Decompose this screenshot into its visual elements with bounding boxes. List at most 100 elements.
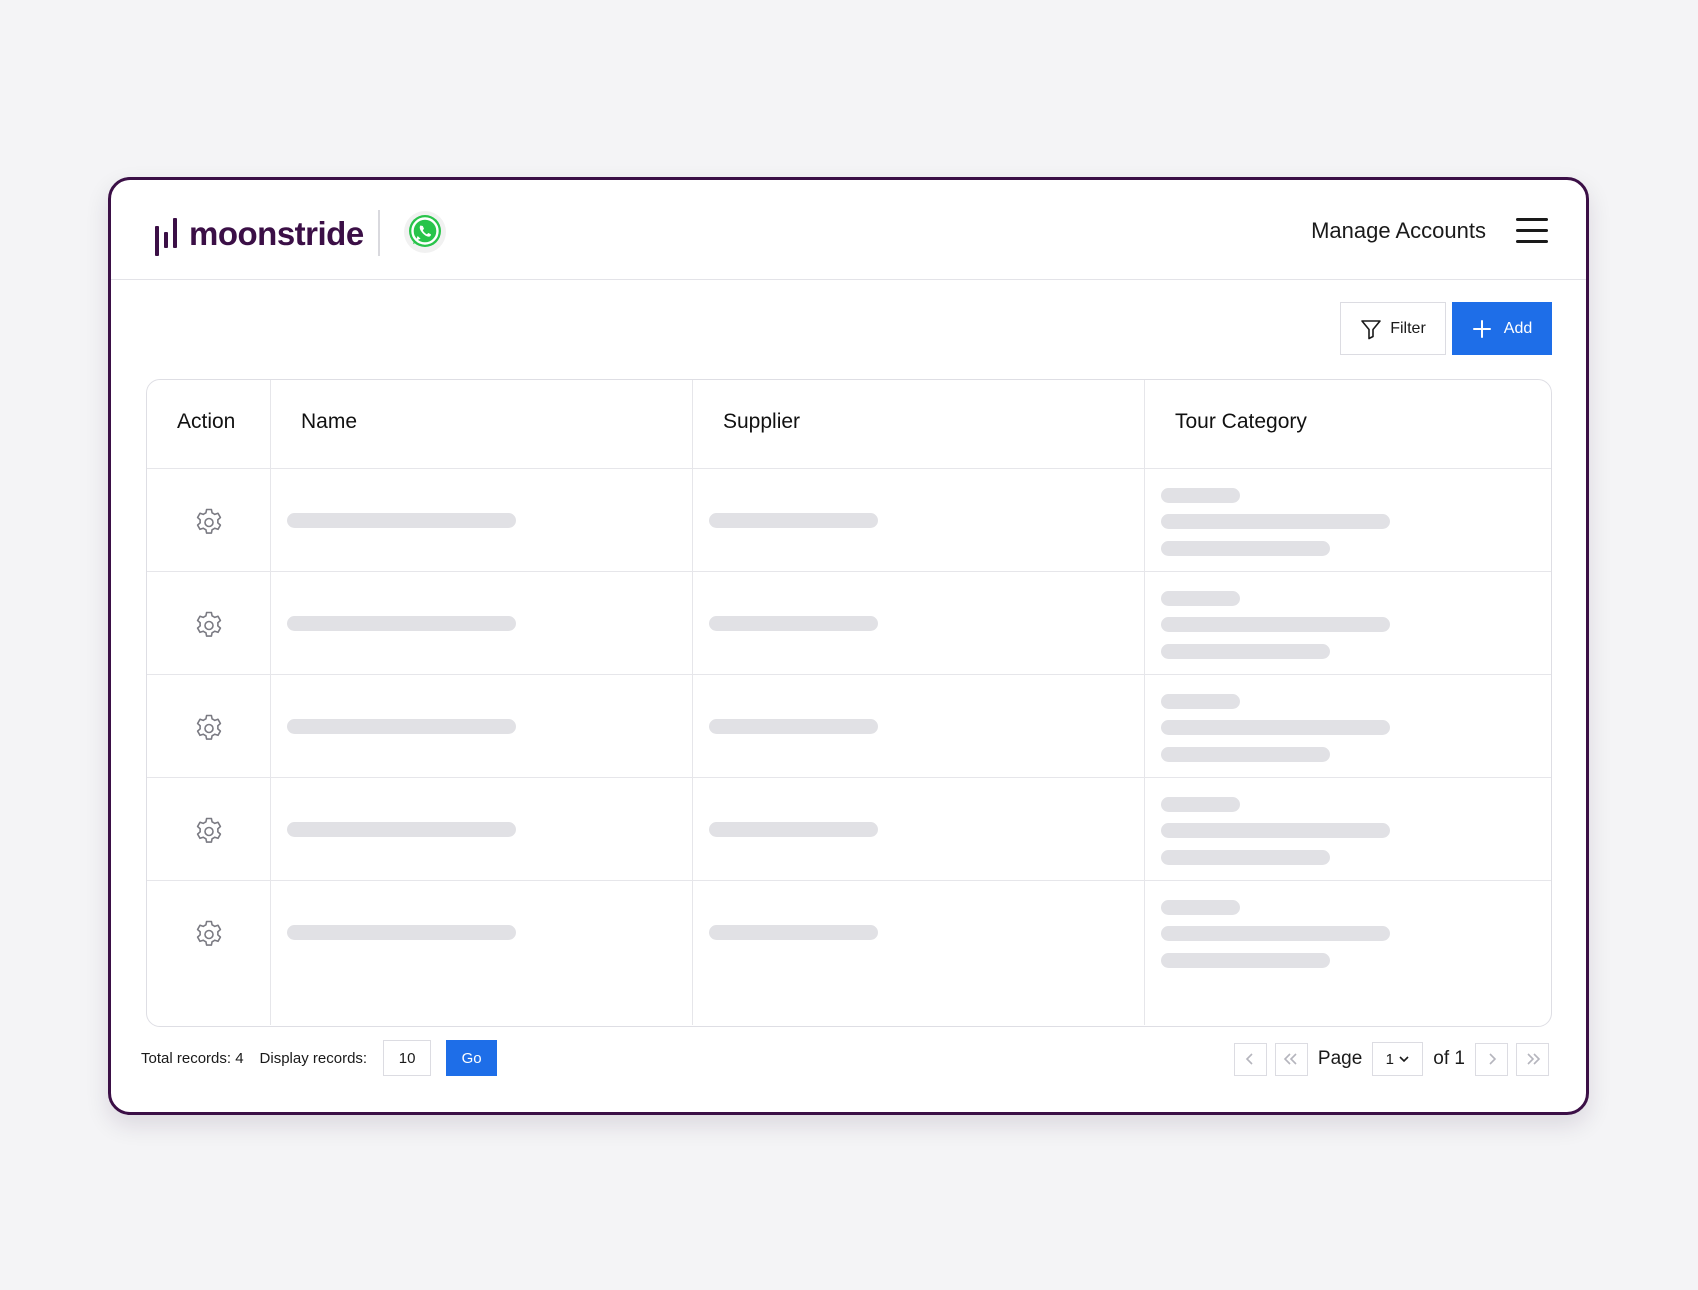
filter-button[interactable]: Filter [1340, 302, 1446, 355]
hamburger-menu-icon[interactable] [1516, 218, 1548, 246]
plus-icon [1472, 319, 1491, 338]
gear-icon[interactable] [193, 919, 225, 951]
tour-category-cell [1145, 881, 1551, 1025]
gear-icon[interactable] [193, 816, 225, 848]
tour-category-skeleton [1161, 617, 1390, 632]
go-button[interactable]: Go [446, 1040, 498, 1076]
supplier-skeleton [709, 822, 878, 837]
name-cell [271, 675, 693, 777]
brand-name: moonstride [189, 215, 364, 252]
current-page-value: 1 [1385, 1050, 1394, 1068]
chevron-right-icon [1488, 1053, 1496, 1065]
last-page-button[interactable] [1516, 1042, 1549, 1076]
column-header-supplier[interactable]: Supplier [693, 380, 1145, 468]
page-background: moonstride Manage Accounts Filter Add Ac… [0, 0, 1698, 1290]
action-cell [147, 469, 271, 571]
next-page-button[interactable] [1475, 1042, 1508, 1076]
gear-icon[interactable] [193, 610, 225, 642]
tour-category-skeleton [1161, 541, 1330, 556]
column-header-label: Action [177, 410, 236, 433]
column-header-tour-category[interactable]: Tour Category [1145, 380, 1551, 468]
tour-category-skeleton [1161, 850, 1330, 865]
name-cell [271, 881, 693, 1025]
chevron-down-icon [1399, 1056, 1409, 1063]
tour-category-skeleton [1161, 926, 1390, 941]
moonstride-logo-icon [155, 218, 177, 256]
app-window: moonstride Manage Accounts Filter Add Ac… [108, 177, 1589, 1115]
tour-category-skeleton [1161, 900, 1240, 915]
action-cell [147, 778, 271, 880]
tour-category-skeleton [1161, 694, 1240, 709]
tour-category-skeleton [1161, 953, 1330, 968]
page-label: Page [1317, 1048, 1363, 1069]
name-cell [271, 469, 693, 571]
supplier-cell [693, 572, 1145, 674]
menu-bar [1516, 240, 1548, 243]
tour-category-skeleton [1161, 823, 1390, 838]
table-row[interactable] [147, 778, 1551, 881]
tour-category-skeleton [1161, 488, 1240, 503]
name-skeleton [287, 513, 516, 528]
table-header-row: Action Name Supplier Tour Category [147, 380, 1551, 469]
page-total-label: of 1 [1433, 1048, 1465, 1069]
tour-category-skeleton [1161, 591, 1240, 606]
tour-category-cell [1145, 469, 1551, 571]
prev-page-button[interactable] [1233, 1042, 1267, 1076]
double-chevron-right-icon [1526, 1053, 1540, 1065]
name-skeleton [287, 822, 516, 837]
supplier-cell [693, 881, 1145, 1025]
column-header-label: Tour Category [1175, 410, 1307, 433]
column-header-action: Action [147, 380, 271, 468]
tour-category-skeleton [1161, 514, 1390, 529]
chevron-left-icon [1246, 1053, 1253, 1065]
tour-category-cell [1145, 675, 1551, 777]
name-skeleton [287, 616, 516, 631]
name-cell [271, 572, 693, 674]
records-table: Action Name Supplier Tour Category [146, 379, 1552, 1027]
action-cell [147, 572, 271, 674]
supplier-cell [693, 675, 1145, 777]
tour-category-skeleton [1161, 644, 1330, 659]
display-records-label: Display records: [259, 1049, 368, 1067]
tour-category-skeleton [1161, 747, 1330, 762]
total-records: Total records: 4 [141, 1049, 244, 1067]
brand-logo[interactable]: moonstride [153, 210, 364, 258]
table-row[interactable] [147, 675, 1551, 778]
header-divider [378, 210, 380, 256]
supplier-cell [693, 778, 1145, 880]
column-header-label: Name [301, 410, 358, 433]
pagination: Page 1 of 1 [1233, 1042, 1549, 1076]
supplier-skeleton [709, 616, 878, 631]
tour-category-skeleton [1161, 720, 1390, 735]
records-footer: Total records: 4 Display records: Go [141, 1040, 498, 1076]
tour-category-cell [1145, 572, 1551, 674]
filter-icon [1361, 319, 1382, 339]
app-header: moonstride Manage Accounts [111, 180, 1586, 280]
gear-icon[interactable] [193, 507, 225, 539]
name-skeleton [287, 719, 516, 734]
double-chevron-left-icon [1284, 1053, 1297, 1065]
table-row[interactable] [147, 469, 1551, 572]
name-cell [271, 778, 693, 880]
column-header-name[interactable]: Name [271, 380, 693, 468]
add-button-label: Add [1503, 319, 1533, 337]
manage-accounts-link[interactable]: Manage Accounts [1311, 218, 1486, 244]
table-row[interactable] [147, 572, 1551, 675]
supplier-skeleton [709, 513, 878, 528]
gear-icon[interactable] [193, 713, 225, 745]
whatsapp-icon[interactable] [403, 210, 447, 254]
display-records-input[interactable] [383, 1040, 432, 1076]
tour-category-cell [1145, 778, 1551, 880]
column-header-label: Supplier [723, 410, 801, 433]
tour-category-skeleton [1161, 797, 1240, 812]
first-page-button[interactable] [1274, 1042, 1308, 1076]
filter-button-label: Filter [1390, 319, 1426, 337]
menu-bar [1516, 229, 1548, 232]
table-row[interactable] [147, 881, 1551, 1025]
supplier-skeleton [709, 925, 878, 940]
menu-bar [1516, 218, 1548, 221]
name-skeleton [287, 925, 516, 940]
add-button[interactable]: Add [1452, 302, 1552, 355]
page-select[interactable]: 1 [1372, 1042, 1424, 1076]
action-cell [147, 675, 271, 777]
